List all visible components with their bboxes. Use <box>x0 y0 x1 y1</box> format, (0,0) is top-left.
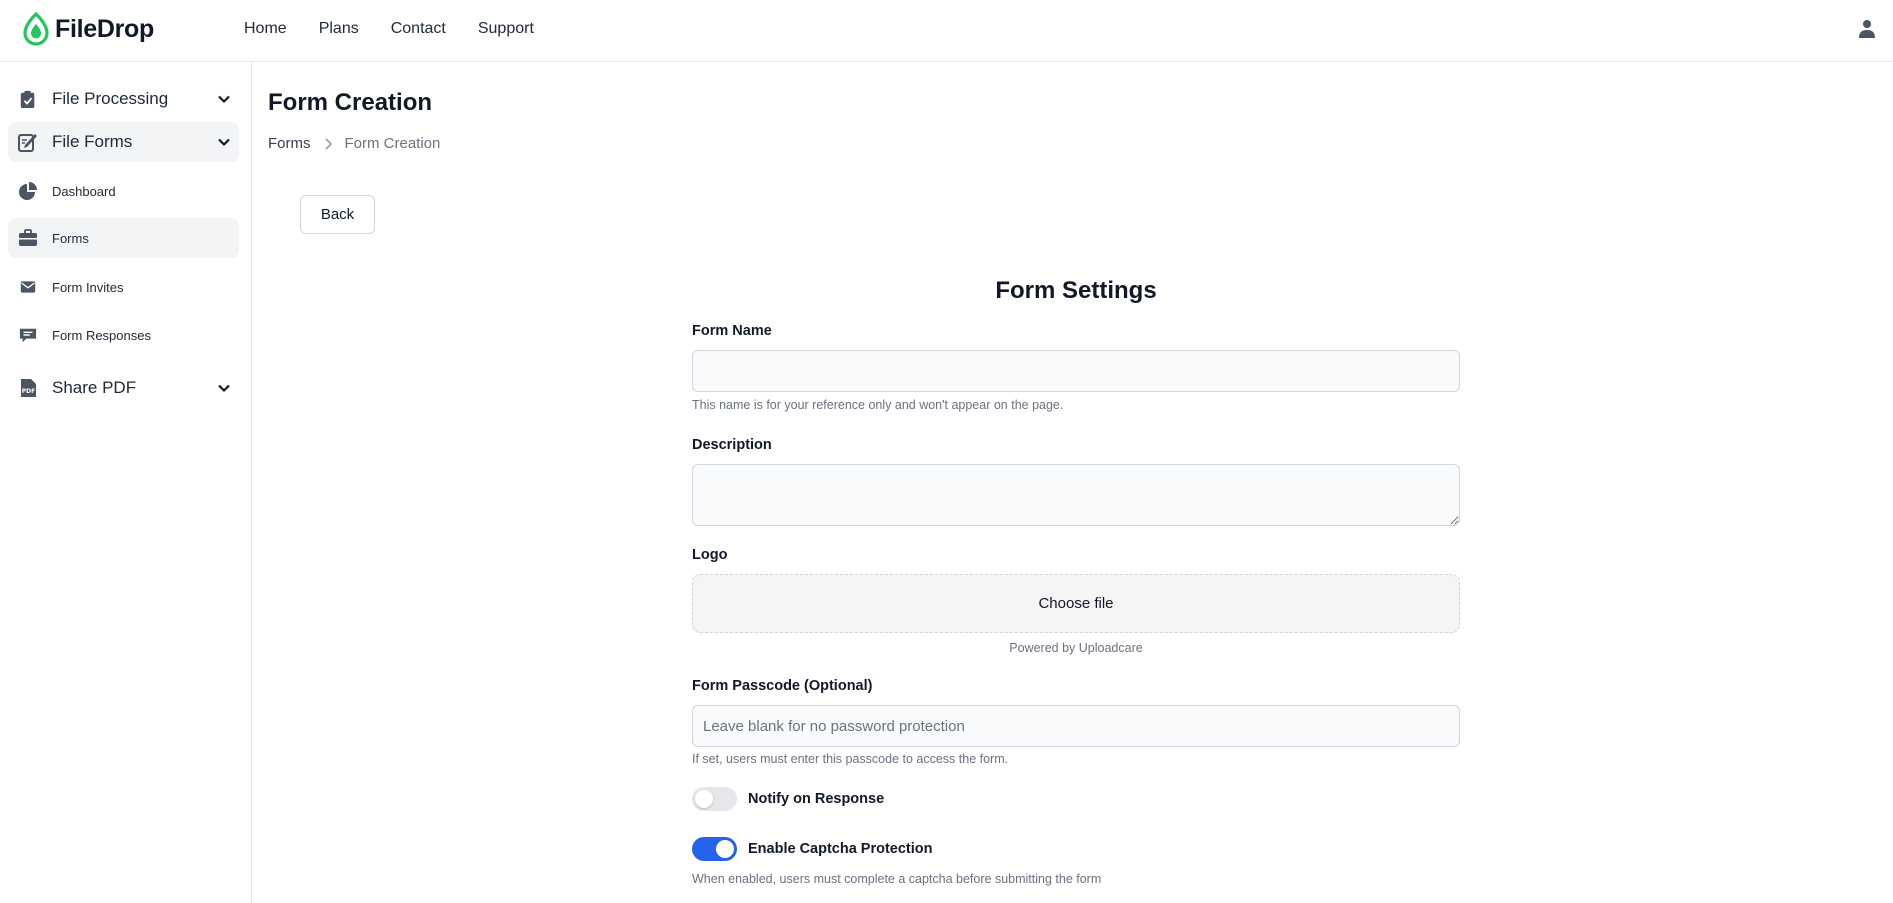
form-name-input[interactable] <box>692 350 1460 392</box>
sidebar-group-file-forms[interactable]: File Forms <box>8 122 239 162</box>
brand-logo[interactable]: FileDrop <box>21 12 154 46</box>
captcha-protection-toggle[interactable] <box>692 837 737 861</box>
user-icon[interactable] <box>1859 19 1875 39</box>
brand-name: FileDrop <box>55 14 154 43</box>
description-textarea[interactable] <box>692 464 1460 526</box>
sidebar-group-share-pdf[interactable]: PDF Share PDF <box>8 369 239 407</box>
pdf-file-icon: PDF <box>18 378 38 398</box>
logo-label: Logo <box>692 547 728 563</box>
toggle-knob <box>695 790 713 808</box>
briefcase-icon <box>18 228 38 248</box>
sidebar-item-label: Dashboard <box>52 183 116 199</box>
envelope-icon <box>18 277 38 297</box>
edit-document-icon <box>18 132 38 152</box>
breadcrumb-current: Form Creation <box>344 135 441 152</box>
captcha-protection-label: Enable Captcha Protection <box>748 841 933 857</box>
description-label: Description <box>692 437 772 453</box>
passcode-label: Form Passcode (Optional) <box>692 678 873 694</box>
back-button[interactable]: Back <box>300 195 375 234</box>
notify-on-response-toggle[interactable] <box>692 787 737 811</box>
captcha-help: When enabled, users must complete a capt… <box>692 872 1102 886</box>
sidebar-group-label: File Forms <box>52 132 133 151</box>
nav-support[interactable]: Support <box>478 20 534 38</box>
nav-plans[interactable]: Plans <box>319 20 359 38</box>
breadcrumb: Forms Form Creation <box>268 135 440 152</box>
passcode-input[interactable] <box>692 705 1460 747</box>
clipboard-check-icon <box>18 89 38 109</box>
sidebar-item-dashboard[interactable]: Dashboard <box>8 171 239 211</box>
logo-file-uploader[interactable]: Choose file <box>692 574 1460 633</box>
chevron-down-icon <box>218 384 230 393</box>
choose-file-label: Choose file <box>1038 595 1114 612</box>
chevron-down-icon <box>218 95 230 104</box>
top-header: FileDrop Home Plans Contact Support <box>0 0 1893 62</box>
sidebar: File Processing File Forms Dashboard For… <box>0 62 252 903</box>
main-nav: Home Plans Contact Support <box>244 20 566 38</box>
nav-contact[interactable]: Contact <box>391 20 446 38</box>
toggle-knob <box>716 840 734 858</box>
form-name-help: This name is for your reference only and… <box>692 398 1064 412</box>
sidebar-item-forms[interactable]: Forms <box>8 218 239 258</box>
filedrop-logo-icon <box>23 12 49 46</box>
sidebar-item-form-responses[interactable]: Form Responses <box>8 315 239 355</box>
sidebar-group-file-processing[interactable]: File Processing <box>8 80 239 118</box>
nav-home[interactable]: Home <box>244 20 287 38</box>
sidebar-group-label: Share PDF <box>52 378 137 397</box>
svg-text:PDF: PDF <box>22 388 35 395</box>
form-name-label: Form Name <box>692 323 772 339</box>
pie-chart-icon <box>18 181 38 201</box>
notify-on-response-label: Notify on Response <box>748 791 885 807</box>
form-settings-heading: Form Settings <box>995 277 1157 304</box>
chevron-right-icon <box>324 137 332 150</box>
uploader-credit: Powered by Uploadcare <box>1009 641 1143 655</box>
chevron-down-icon <box>218 138 230 147</box>
breadcrumb-link-forms[interactable]: Forms <box>268 135 311 152</box>
sidebar-item-label: Forms <box>52 230 89 246</box>
passcode-help: If set, users must enter this passcode t… <box>692 752 1009 766</box>
sidebar-item-form-invites[interactable]: Form Invites <box>8 267 239 307</box>
sidebar-item-label: Form Invites <box>52 279 124 295</box>
chat-icon <box>18 325 38 345</box>
sidebar-item-label: Form Responses <box>52 327 151 343</box>
page-title: Form Creation <box>268 89 433 116</box>
sidebar-group-label: File Processing <box>52 89 169 108</box>
